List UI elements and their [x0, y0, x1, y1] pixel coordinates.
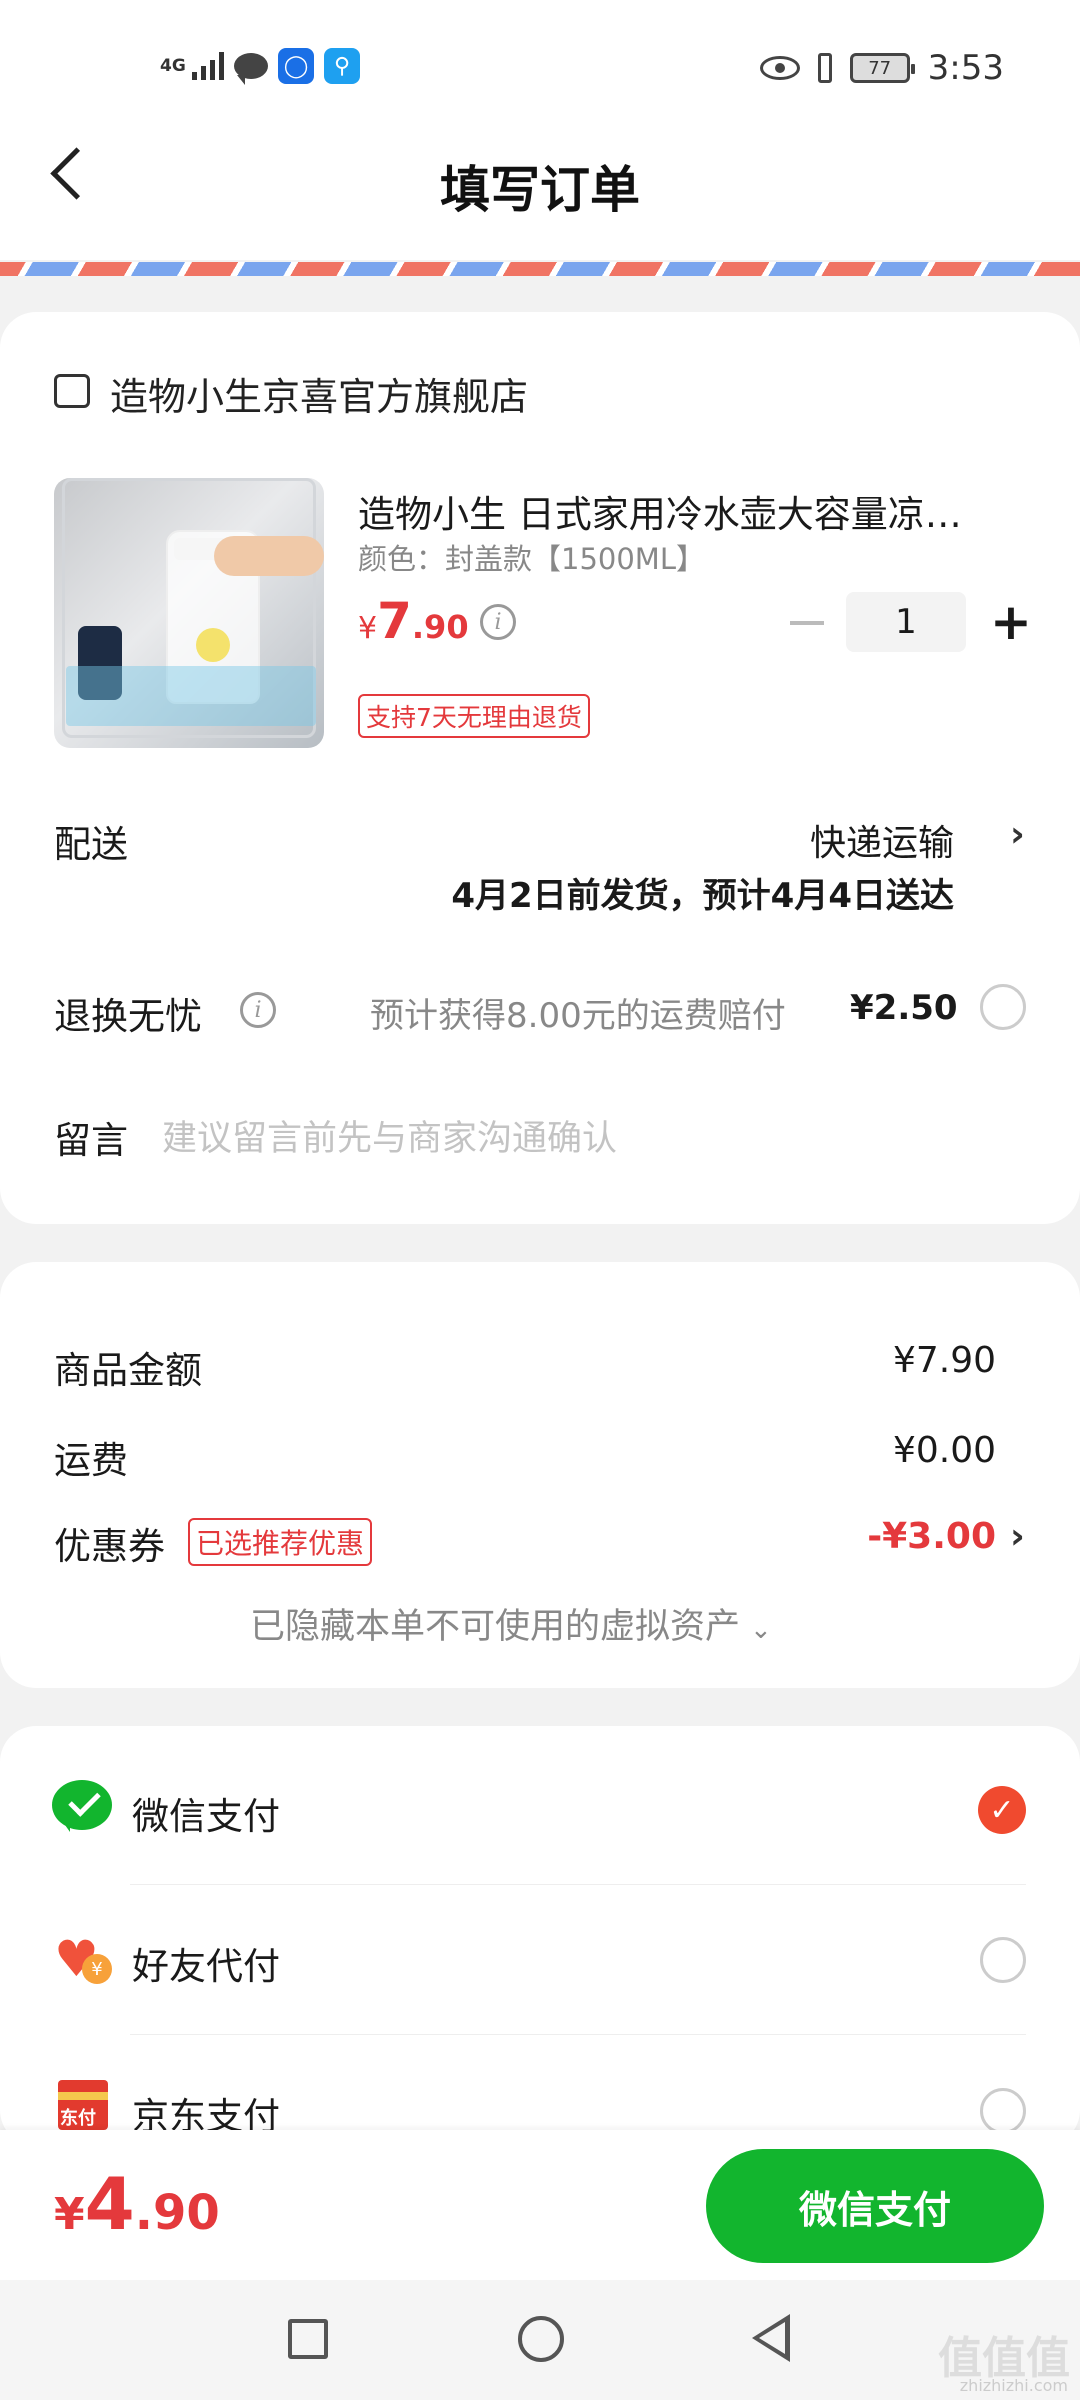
network-label: 4G [160, 55, 186, 76]
product-title[interactable]: 造物小生 日式家用冷水壶大容量凉… [358, 484, 962, 538]
message-input[interactable]: 建议留言前先与商家沟通确认 [162, 1110, 617, 1161]
eye-comfort-icon [759, 56, 800, 80]
status-right: 77 3:53 [759, 48, 1004, 88]
delivery-schedule: 4月2日前发货，预计4月4日送达 [451, 876, 954, 916]
page-title: 填写订单 [440, 161, 640, 219]
return-info-icon[interactable]: i [240, 992, 276, 1028]
recent-apps-icon[interactable] [288, 2319, 328, 2359]
payment-divider [130, 2034, 1026, 2035]
price-info-icon[interactable]: i [480, 604, 516, 640]
product-thumbnail[interactable] [54, 478, 324, 748]
coupon-chevron-icon[interactable]: › [1010, 1516, 1025, 1557]
signal-icon [192, 52, 224, 80]
status-left: 4G ◯ ⚲ [160, 48, 360, 85]
coupon-tag: 已选推荐优惠 [188, 1518, 373, 1566]
store-icon [54, 374, 90, 408]
store-name[interactable]: 造物小生京喜官方旗舰店 [110, 366, 528, 421]
message-label: 留言 [54, 1119, 128, 1162]
return-insurance-label: 退换无忧 [54, 995, 202, 1038]
battery-icon: 77 [849, 53, 915, 83]
message-notification-icon [234, 53, 268, 85]
coupon-label: 优惠券 [54, 1525, 165, 1568]
clock: 3:53 [927, 48, 1004, 88]
total-price: ¥ 4 .90 [54, 2162, 220, 2246]
quantity-input[interactable]: 1 [846, 592, 966, 652]
goods-amount-value: ¥7.90 [892, 1340, 996, 1381]
lightbulb-app-icon: ◯ [278, 48, 314, 84]
jd-pay-icon: 东付 [58, 2080, 108, 2130]
watermark-site: zhizhizhi.com [959, 2376, 1068, 2395]
payment-friend-radio[interactable] [980, 1937, 1026, 1983]
payment-friend-label[interactable]: 好友代付 [132, 1936, 280, 1990]
delivery-label: 配送 [54, 823, 128, 866]
pay-button[interactable]: 微信支付 [706, 2149, 1044, 2263]
shipping-value: ¥0.00 [892, 1430, 996, 1471]
airmail-border [0, 262, 1080, 276]
hidden-assets-toggle[interactable]: 已隐藏本单不可使用的虚拟资产 ⌄ [250, 1598, 772, 1649]
friend-pay-icon: ♥ ¥ [52, 1930, 112, 1984]
order-card [0, 312, 1080, 1224]
return-insurance-price: ¥2.50 [850, 988, 958, 1028]
quantity-minus-button[interactable] [790, 621, 824, 625]
product-price: ¥ 7 .90 [358, 592, 469, 650]
back-nav-icon-inner [759, 2322, 785, 2354]
coupon-value[interactable]: -¥3.00 [780, 1516, 996, 1557]
wechat-pay-icon [52, 1780, 112, 1834]
search-app-icon: ⚲ [324, 48, 360, 84]
chevron-down-icon: ⌄ [750, 1615, 772, 1645]
goods-amount-label: 商品金额 [54, 1349, 202, 1392]
return-insurance-desc: 预计获得8.00元的运费赔付 [370, 996, 786, 1036]
shipping-label: 运费 [54, 1439, 128, 1482]
quantity-plus-button[interactable]: + [990, 594, 1032, 650]
return-policy-tag: 支持7天无理由退货 [358, 694, 590, 738]
return-insurance-radio[interactable] [980, 984, 1026, 1030]
delivery-method[interactable]: 快递运输 [560, 814, 954, 866]
home-icon[interactable] [518, 2316, 564, 2362]
payment-wechat-radio[interactable]: ✓ [978, 1786, 1026, 1834]
delivery-chevron-icon[interactable]: › [1010, 814, 1025, 855]
vibrate-icon [817, 53, 832, 83]
product-spec[interactable]: 颜色：封盖款【1500ML】 [358, 536, 705, 578]
payment-jd-radio[interactable] [980, 2088, 1026, 2134]
payment-divider [130, 1884, 1026, 1885]
payment-wechat-label[interactable]: 微信支付 [132, 1786, 280, 1840]
